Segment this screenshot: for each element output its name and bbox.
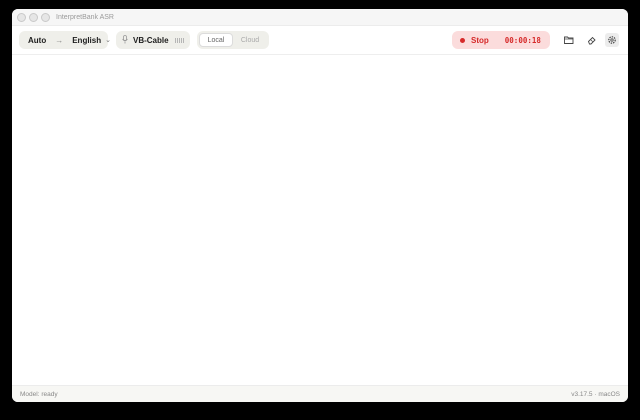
settings-button[interactable] [605,33,619,47]
minimize-window-button[interactable] [29,13,38,22]
source-language: Auto [28,35,47,45]
target-language: English [72,35,102,45]
app-window: InterpretBank ASR Auto → English ⌄ VB-Ca… [12,9,628,402]
record-dot-icon [460,37,465,43]
microphone-icon [122,34,128,46]
input-device-name: VB-Cable [133,35,169,45]
toolbar: Auto → English ⌄ VB-Cable Local Cloud St… [12,27,628,55]
recording-timer: 00:00:18 [504,35,541,45]
close-window-button[interactable] [17,13,26,22]
window-title: InterpretBank ASR [56,14,114,21]
model-status: Model: ready [20,391,58,398]
mode-local-option[interactable]: Local [199,33,233,47]
chevron-down-icon: ⌄ [105,37,111,44]
folder-icon [564,36,574,44]
audio-meter-icon [174,37,184,43]
zoom-window-button[interactable] [41,13,50,22]
status-bar: Model: ready v3.17.5 · macOS [12,385,628,402]
mode-toggle: Local Cloud [197,31,269,49]
mode-cloud-option[interactable]: Cloud [233,33,267,47]
clear-button[interactable] [585,33,599,47]
language-selector[interactable]: Auto → English ⌄ [19,31,111,49]
arrow-right-icon: → [55,35,64,45]
input-device-selector[interactable]: VB-Cable [116,31,190,49]
transcript-area[interactable] [12,56,628,385]
open-folder-button[interactable] [562,33,576,47]
eraser-icon [587,36,596,45]
stop-label: Stop [471,35,489,45]
version-info: v3.17.5 · macOS [571,391,620,398]
gear-icon [608,36,616,44]
title-bar: InterpretBank ASR [12,9,628,26]
stop-recording-button[interactable]: Stop 00:00:18 [452,31,550,49]
